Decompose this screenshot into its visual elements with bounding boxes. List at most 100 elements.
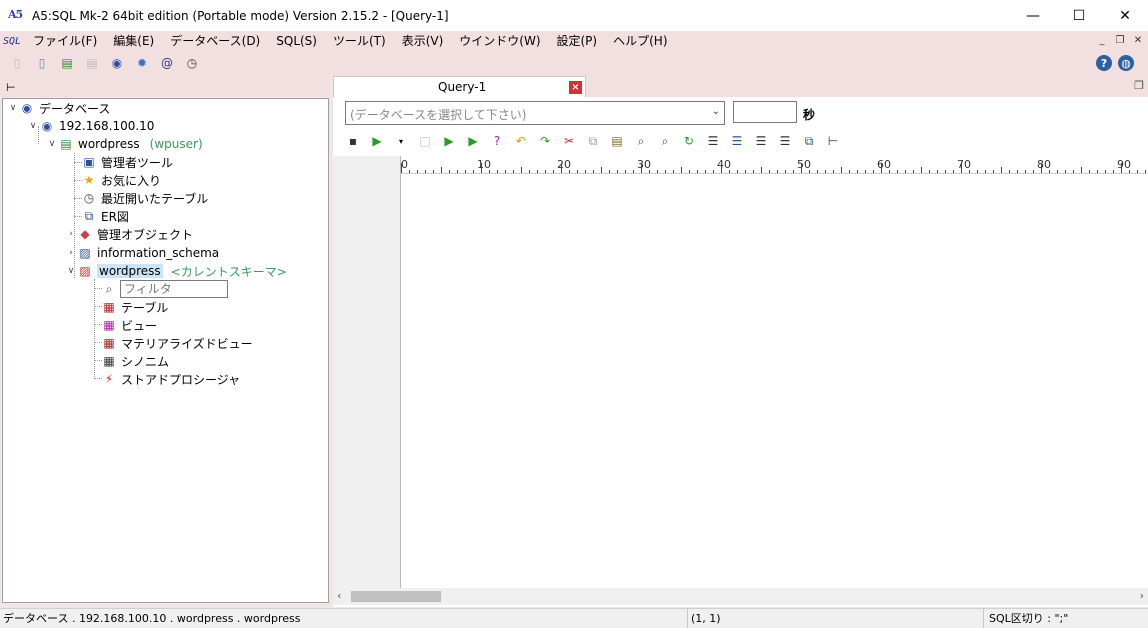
paste-icon[interactable]: ▤: [609, 133, 625, 149]
mdi-close-icon[interactable]: ✕: [1130, 33, 1146, 48]
globe-icon[interactable]: ◍: [1118, 55, 1134, 71]
at-icon[interactable]: @: [159, 55, 175, 71]
sql-editor[interactable]: 0 10 20 30 40 50 60 70 80 90: [333, 156, 1148, 588]
tree-node-information-schema[interactable]: › ▨ information_schema: [65, 244, 219, 262]
outdent-icon[interactable]: ☰: [753, 133, 769, 149]
database-icon[interactable]: ◉: [109, 55, 125, 71]
run-csv-icon[interactable]: ▶: [465, 133, 481, 149]
disconnect-db-icon[interactable]: ▤: [84, 55, 100, 71]
expand-chevron-icon[interactable]: ›: [65, 229, 77, 239]
tree-filter-input[interactable]: [120, 280, 228, 298]
ruler-tick: [961, 163, 962, 173]
ruler-tick: [873, 170, 874, 173]
menu-settings[interactable]: 設定(P): [549, 31, 606, 51]
scrollbar-thumb[interactable]: [351, 591, 441, 602]
ruler-tick: [897, 170, 898, 173]
horizontal-scrollbar[interactable]: ‹ ›: [333, 588, 1148, 605]
format-icon[interactable]: ↻: [681, 133, 697, 149]
run-dropdown-icon[interactable]: ▾: [393, 133, 409, 149]
ruler-tick: [609, 170, 610, 173]
copy-icon[interactable]: ⧉: [585, 133, 601, 149]
tree-view-icon[interactable]: ⊢: [825, 133, 841, 149]
run-ab-icon[interactable]: ▶: [441, 133, 457, 149]
tree-node-host[interactable]: ∨ ◉ 192.168.100.10: [27, 117, 155, 135]
indent-icon[interactable]: ☰: [729, 133, 745, 149]
close-button[interactable]: ✕: [1102, 0, 1148, 31]
tree-node-views[interactable]: ▦ ビュー: [101, 316, 157, 334]
connect-db-icon[interactable]: ▤: [59, 55, 75, 71]
menu-tools[interactable]: ツール(T): [325, 31, 394, 51]
tab-close-icon[interactable]: ×: [569, 81, 582, 94]
ruler-tick: [577, 170, 578, 173]
redo-icon[interactable]: ↷: [537, 133, 553, 149]
ruler-tick: [1121, 163, 1122, 173]
align-icon[interactable]: ☰: [705, 133, 721, 149]
ruler-label: 0: [401, 158, 408, 171]
query-pane: (データベースを選択して下さい) ⌄ 秒 ▪ ▶ ▾ □ ▶ ▶ ? ↶ ↷ ✂…: [333, 97, 1148, 607]
minimize-button[interactable]: —: [1010, 0, 1056, 31]
menu-view[interactable]: 表示(V): [394, 31, 452, 51]
ruler-tick: [441, 167, 442, 173]
help-icon[interactable]: ?: [1096, 55, 1112, 71]
ruler-tick: [721, 163, 722, 173]
restore-window-icon[interactable]: ❐: [1134, 79, 1144, 92]
tree-node-tables[interactable]: ▦ テーブル: [101, 298, 168, 316]
ruler-tick: [1001, 167, 1002, 173]
database-tree[interactable]: ∨ ◉ データベース ∨ ◉ 192.168.100.10 ∨ ▤ wordpr…: [2, 98, 329, 603]
ruler-tick: [801, 163, 802, 173]
tree-node-er-diagram[interactable]: ⧉ ER図: [81, 207, 129, 225]
stop-icon[interactable]: □: [417, 133, 433, 149]
tree-node-favorites[interactable]: ★ お気に入り: [81, 171, 161, 189]
ruler-tick: [1041, 163, 1042, 173]
menu-help[interactable]: ヘルプ(H): [605, 31, 675, 51]
expand-chevron-icon[interactable]: ∨: [46, 139, 58, 149]
menu-database[interactable]: データベース(D): [162, 31, 268, 51]
tree-node-recent-tables[interactable]: ◷ 最近開いたテーブル: [81, 189, 209, 207]
maximize-button[interactable]: ☐: [1056, 0, 1102, 31]
expand-chevron-icon[interactable]: ∨: [27, 121, 39, 131]
tree-node-materialized-views[interactable]: ▦ マテリアライズドビュー: [101, 334, 252, 352]
ruler-tick: [409, 170, 410, 173]
undo-icon[interactable]: ↶: [513, 133, 529, 149]
save-icon[interactable]: ▪: [345, 133, 361, 149]
expand-chevron-icon[interactable]: ∨: [7, 103, 19, 113]
ruler-tick: [505, 170, 506, 173]
expand-chevron-icon[interactable]: ∨: [65, 266, 77, 276]
gear-icon[interactable]: ✹: [134, 55, 150, 71]
tree-node-admin-objects[interactable]: › ◆ 管理オブジェクト: [65, 225, 193, 243]
run-explain-icon[interactable]: ?: [489, 133, 505, 149]
replace-icon[interactable]: ⌕: [657, 133, 673, 149]
find-icon[interactable]: ⌕: [633, 133, 649, 149]
database-select[interactable]: (データベースを選択して下さい) ⌄: [345, 101, 725, 125]
scroll-right-icon[interactable]: ›: [1140, 589, 1144, 602]
ruler-tick: [673, 170, 674, 173]
tree-node-stored-procedures[interactable]: ⚡ ストアドプロシージャ: [101, 370, 240, 388]
ruler-tick: [513, 170, 514, 173]
expand-chevron-icon[interactable]: ›: [65, 248, 77, 258]
tree-node-database-root[interactable]: ∨ ◉ データベース: [7, 99, 111, 117]
cut-icon[interactable]: ✂: [561, 133, 577, 149]
open-file-icon[interactable]: ▯: [34, 55, 50, 71]
new-file-icon[interactable]: ▯: [9, 55, 25, 71]
tab-query-1[interactable]: Query-1 ×: [333, 76, 586, 97]
split-view-icon[interactable]: ⧉: [801, 133, 817, 149]
clock-icon[interactable]: ◷: [184, 55, 200, 71]
mdi-restore-icon[interactable]: ❐: [1112, 33, 1128, 48]
tree-toggle-icon[interactable]: ⊢: [6, 81, 16, 94]
ruler-tick: [825, 170, 826, 173]
tree-node-admin-tools[interactable]: ▣ 管理者ツール: [81, 153, 173, 171]
menu-file[interactable]: ファイル(F): [25, 31, 105, 51]
timeout-seconds-input[interactable]: [733, 101, 797, 123]
tree-node-synonyms[interactable]: ▦ シノニム: [101, 352, 169, 370]
mdi-minimize-icon[interactable]: _: [1094, 33, 1110, 48]
comment-icon[interactable]: ☰: [777, 133, 793, 149]
ruler-tick: [633, 170, 634, 173]
menu-window[interactable]: ウインドウ(W): [451, 31, 548, 51]
scroll-left-icon[interactable]: ‹: [337, 589, 341, 602]
tree-node-db[interactable]: ∨ ▤ wordpress (wpuser): [46, 135, 203, 153]
menu-sql[interactable]: SQL(S): [268, 31, 325, 51]
tree-node-current-schema[interactable]: ∨ ▨ wordpress <カレントスキーマ>: [65, 262, 287, 280]
ruler-tick: [449, 170, 450, 173]
menu-edit[interactable]: 編集(E): [105, 31, 162, 51]
run-icon[interactable]: ▶: [369, 133, 385, 149]
